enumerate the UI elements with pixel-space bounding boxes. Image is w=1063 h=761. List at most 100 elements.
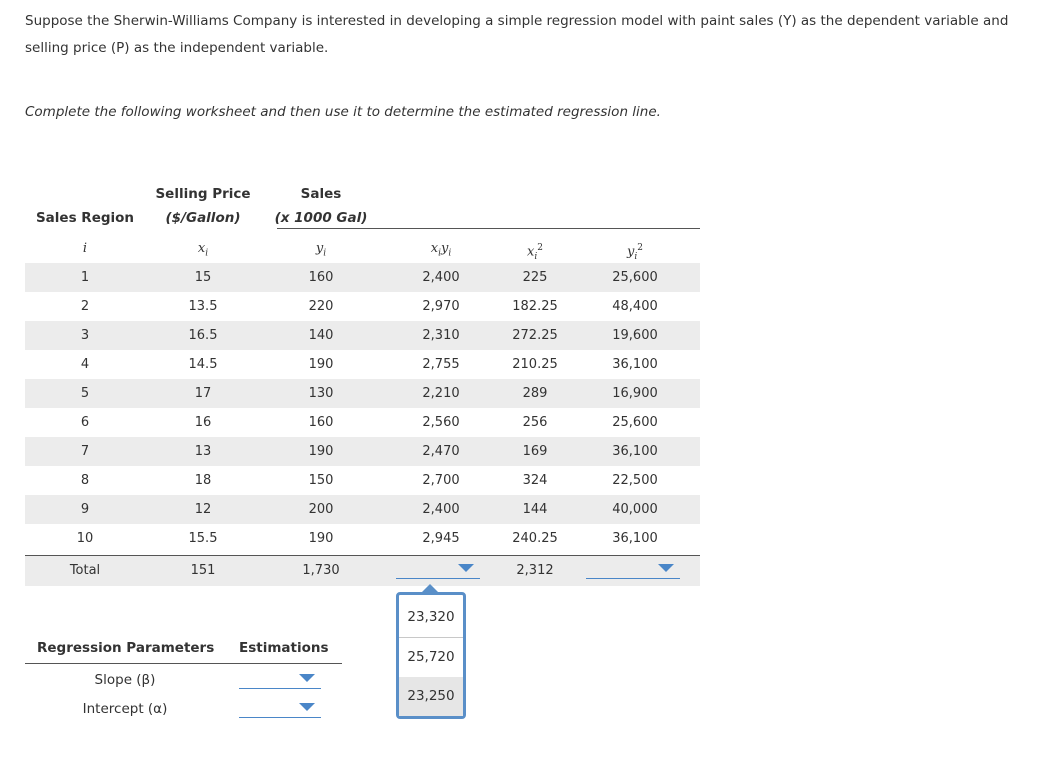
dropdown-options-list: 23,320 25,720 23,250 xyxy=(396,592,466,719)
region-cell: 10 xyxy=(76,531,94,546)
table-row: 7 13 190 2,470 169 36,100 xyxy=(25,437,700,466)
x-squared-cell: 256 xyxy=(522,415,548,430)
x-squared-cell: 144 xyxy=(522,502,548,517)
xy-cell: 2,970 xyxy=(422,299,460,314)
symbol-xi-squared: xi2 xyxy=(527,243,543,262)
table-row: 4 14.5 190 2,755 210.25 36,100 xyxy=(25,350,700,379)
header-price-unit: ($/Gallon) xyxy=(165,210,241,226)
price-cell: 16 xyxy=(194,415,212,430)
header-divider xyxy=(277,228,700,229)
y-squared-cell: 22,500 xyxy=(612,473,658,488)
params-header-right: Estimations xyxy=(239,640,329,656)
chevron-down-icon xyxy=(299,703,315,711)
dropdown-option[interactable]: 23,250 xyxy=(399,677,463,716)
header-sales-unit: (x 1000 Gal) xyxy=(274,210,368,226)
price-cell: 13.5 xyxy=(188,299,218,314)
symbol-xiyi: xiyi xyxy=(430,241,452,259)
price-cell: 16.5 xyxy=(188,328,218,343)
region-cell: 9 xyxy=(80,502,90,517)
header-sales-region: Sales Region xyxy=(35,210,135,226)
chevron-down-icon xyxy=(658,564,674,572)
region-cell: 4 xyxy=(80,357,90,372)
total-sales: 1,730 xyxy=(302,563,340,578)
instruction-text: Complete the following worksheet and the… xyxy=(25,104,661,120)
xy-cell: 2,945 xyxy=(422,531,460,546)
x-squared-cell: 182.25 xyxy=(512,299,558,314)
params-divider xyxy=(25,663,342,664)
price-cell: 18 xyxy=(194,473,212,488)
chevron-down-icon xyxy=(458,564,474,572)
price-cell: 15 xyxy=(194,270,212,285)
region-cell: 2 xyxy=(80,299,90,314)
y-squared-cell: 36,100 xyxy=(612,357,658,372)
total-label: Total xyxy=(69,563,101,578)
sales-cell: 200 xyxy=(308,502,334,517)
x-squared-cell: 289 xyxy=(522,386,548,401)
total-y-squared-dropdown[interactable] xyxy=(586,558,680,579)
total-xy-dropdown[interactable] xyxy=(396,558,480,579)
intercept-dropdown[interactable] xyxy=(239,697,321,718)
total-row: Total 151 1,730 2,312 xyxy=(25,555,700,586)
worksheet-grid: i xi yi xiyi xi2 yi2 1 15 160 2,400 225 … xyxy=(25,234,700,553)
slope-dropdown[interactable] xyxy=(239,668,321,689)
header-sales: Sales xyxy=(300,186,342,202)
region-cell: 6 xyxy=(80,415,90,430)
intercept-label: Intercept (α) xyxy=(82,701,168,717)
table-row: 5 17 130 2,210 289 16,900 xyxy=(25,379,700,408)
table-row: 3 16.5 140 2,310 272.25 19,600 xyxy=(25,321,700,350)
region-cell: 5 xyxy=(80,386,90,401)
y-squared-cell: 25,600 xyxy=(612,270,658,285)
sales-cell: 160 xyxy=(308,415,334,430)
sales-cell: 190 xyxy=(308,531,334,546)
table-row: 2 13.5 220 2,970 182.25 48,400 xyxy=(25,292,700,321)
sales-cell: 150 xyxy=(308,473,334,488)
region-cell: 8 xyxy=(80,473,90,488)
price-cell: 13 xyxy=(194,444,212,459)
header-selling-price: Selling Price xyxy=(155,186,251,202)
sales-cell: 160 xyxy=(308,270,334,285)
region-cell: 3 xyxy=(80,328,90,343)
price-cell: 14.5 xyxy=(188,357,218,372)
dropdown-option[interactable]: 25,720 xyxy=(399,638,463,678)
sales-cell: 140 xyxy=(308,328,334,343)
table-row: 9 12 200 2,400 144 40,000 xyxy=(25,495,700,524)
sales-cell: 220 xyxy=(308,299,334,314)
region-cell: 1 xyxy=(80,270,90,285)
sales-cell: 130 xyxy=(308,386,334,401)
price-cell: 15.5 xyxy=(188,531,218,546)
total-price: 151 xyxy=(190,563,216,578)
x-squared-cell: 240.25 xyxy=(512,531,558,546)
xy-cell: 2,700 xyxy=(422,473,460,488)
x-squared-cell: 272.25 xyxy=(512,328,558,343)
x-squared-cell: 225 xyxy=(522,270,548,285)
y-squared-cell: 16,900 xyxy=(612,386,658,401)
xy-cell: 2,210 xyxy=(422,386,460,401)
y-squared-cell: 40,000 xyxy=(612,502,658,517)
xy-cell: 2,470 xyxy=(422,444,460,459)
y-squared-cell: 25,600 xyxy=(612,415,658,430)
table-row: 10 15.5 190 2,945 240.25 36,100 xyxy=(25,524,700,553)
symbol-yi-squared: yi2 xyxy=(627,243,643,262)
params-header-left: Regression Parameters xyxy=(37,640,215,656)
xy-cell: 2,310 xyxy=(422,328,460,343)
y-squared-cell: 19,600 xyxy=(612,328,658,343)
x-squared-cell: 210.25 xyxy=(512,357,558,372)
xy-cell: 2,400 xyxy=(422,270,460,285)
table-row: 1 15 160 2,400 225 25,600 xyxy=(25,263,700,292)
x-squared-cell: 324 xyxy=(522,473,548,488)
symbol-xi: xi xyxy=(197,241,209,259)
symbol-row: i xi yi xiyi xi2 yi2 xyxy=(25,234,700,263)
chevron-down-icon xyxy=(299,674,315,682)
sales-cell: 190 xyxy=(308,357,334,372)
table-row: 8 18 150 2,700 324 22,500 xyxy=(25,466,700,495)
y-squared-cell: 48,400 xyxy=(612,299,658,314)
y-squared-cell: 36,100 xyxy=(612,444,658,459)
x-squared-cell: 169 xyxy=(522,444,548,459)
symbol-yi: yi xyxy=(315,241,327,259)
price-cell: 17 xyxy=(194,386,212,401)
sales-cell: 190 xyxy=(308,444,334,459)
symbol-i: i xyxy=(82,241,88,256)
problem-intro: Suppose the Sherwin-Williams Company is … xyxy=(25,13,1009,56)
dropdown-option[interactable]: 23,320 xyxy=(399,598,463,638)
xy-cell: 2,560 xyxy=(422,415,460,430)
